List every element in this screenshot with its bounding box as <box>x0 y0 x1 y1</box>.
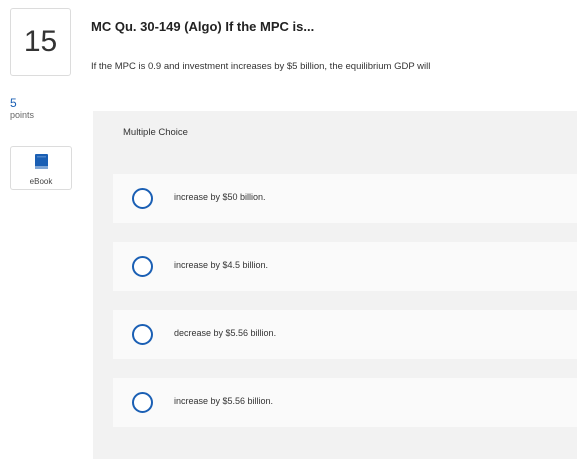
multiple-choice-heading: Multiple Choice <box>123 127 188 138</box>
choice-option-4[interactable]: increase by $5.56 billion. <box>113 378 577 427</box>
multiple-choice-panel: Multiple Choice increase by $50 billion.… <box>93 111 577 459</box>
radio-button[interactable] <box>132 324 153 345</box>
radio-button[interactable] <box>132 256 153 277</box>
choice-label: increase by $5.56 billion. <box>174 396 274 406</box>
points-label: points <box>10 110 35 120</box>
ebook-button[interactable]: eBook <box>10 146 72 190</box>
question-number: 15 <box>23 25 58 58</box>
radio-button[interactable] <box>132 188 153 209</box>
choice-option-3[interactable]: decrease by $5.56 billion. <box>113 310 577 359</box>
choice-label: increase by $50 billion. <box>174 192 266 202</box>
points-value: 5 <box>10 96 17 110</box>
choice-option-1[interactable]: increase by $50 billion. <box>113 174 577 223</box>
question-title: MC Qu. 30-149 (Algo) If the MPC is... <box>91 19 315 34</box>
question-text: If the MPC is 0.9 and investment increas… <box>91 61 431 72</box>
choice-option-2[interactable]: increase by $4.5 billion. <box>113 242 577 291</box>
question-number-box: 15 <box>10 8 71 76</box>
ebook-label: eBook <box>29 177 53 186</box>
choice-label: increase by $4.5 billion. <box>174 260 269 270</box>
points-indicator: 5 points <box>10 97 34 121</box>
radio-button[interactable] <box>132 392 153 413</box>
book-icon <box>34 154 49 175</box>
choice-label: decrease by $5.56 billion. <box>174 328 277 338</box>
